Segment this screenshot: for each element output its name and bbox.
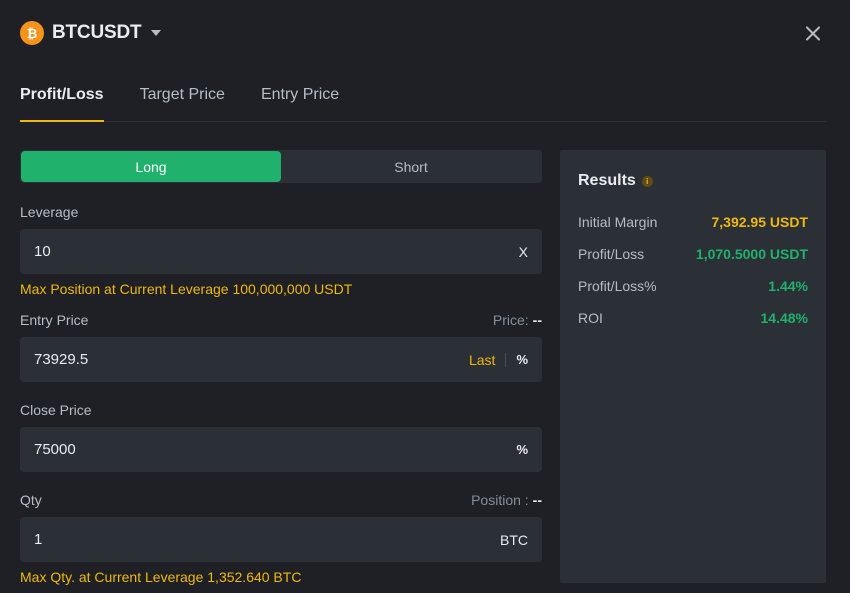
close-icon[interactable] (800, 20, 826, 46)
bitcoin-icon: ₿ (20, 21, 44, 45)
result-row: Initial Margin 7,392.95 USDT (578, 214, 808, 230)
entry-price-value: 73929.5 (34, 351, 89, 368)
result-row: Profit/Loss% 1.44% (578, 278, 808, 294)
short-button[interactable]: Short (281, 151, 541, 182)
chevron-down-icon[interactable] (151, 30, 162, 36)
qty-value: 1 (34, 531, 43, 548)
entry-price-input[interactable]: 73929.5 Last % (20, 337, 542, 382)
tab-entry-price[interactable]: Entry Price (261, 86, 339, 121)
qty-label-row: Qty Position : -- (20, 492, 542, 510)
long-button[interactable]: Long (21, 151, 281, 182)
calculator-header: ₿ BTCUSDT (20, 20, 826, 46)
close-price-label: Close Price (20, 402, 92, 418)
entry-price-label-row: Entry Price Price: -- (20, 312, 542, 330)
qty-unit: BTC (500, 531, 528, 548)
max-position-note: Max Position at Current Leverage 100,000… (20, 281, 353, 297)
results-title: Results i (578, 172, 808, 190)
current-price: Price: -- (492, 312, 542, 328)
calculator-tabs: Profit/Loss Target Price Entry Price (20, 86, 827, 122)
last-price-button[interactable]: Last (469, 352, 495, 368)
divider (505, 352, 507, 367)
position-info: Position : -- (471, 492, 542, 508)
close-price-label-row: Close Price (20, 402, 542, 420)
side-toggle: Long Short (20, 150, 542, 183)
close-price-input[interactable]: 75000 % (20, 427, 542, 472)
input-panel: Long Short Leverage 10 X Max Position at… (20, 150, 542, 585)
tab-target-price[interactable]: Target Price (140, 86, 225, 121)
leverage-unit: X (518, 243, 528, 260)
qty-label: Qty (20, 492, 42, 508)
leverage-label-row: Leverage (20, 204, 542, 222)
results-panel: Results i Initial Margin 7,392.95 USDT P… (560, 150, 826, 583)
result-row: Profit/Loss 1,070.5000 USDT (578, 246, 808, 262)
close-price-value: 75000 (34, 441, 76, 458)
leverage-label: Leverage (20, 204, 79, 220)
leverage-value: 10 (34, 243, 51, 260)
tab-profit-loss[interactable]: Profit/Loss (20, 86, 104, 122)
qty-input[interactable]: 1 BTC (20, 517, 542, 562)
symbol-title[interactable]: BTCUSDT (52, 22, 142, 44)
info-icon[interactable]: i (641, 175, 653, 187)
max-qty-note: Max Qty. at Current Leverage 1,352.640 B… (20, 569, 302, 585)
percent-icon[interactable]: % (516, 352, 528, 367)
result-row: ROI 14.48% (578, 310, 808, 326)
entry-price-label: Entry Price (20, 312, 89, 328)
leverage-input[interactable]: 10 X (20, 229, 542, 274)
percent-icon[interactable]: % (516, 442, 528, 457)
